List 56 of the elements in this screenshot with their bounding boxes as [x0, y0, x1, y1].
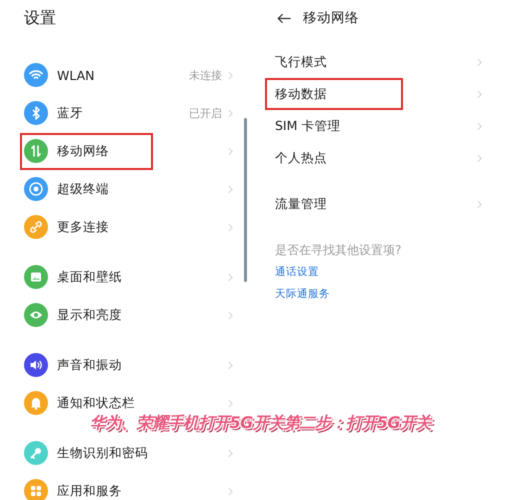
chevron-icon	[228, 222, 233, 232]
page-title: 设置	[23, 7, 57, 29]
settings-item[interactable]: 应用和服务	[0, 472, 255, 500]
item-label: 移动数据	[275, 86, 327, 102]
item-label: 通知和状态栏	[57, 394, 135, 412]
hint-text: 是否在寻找其他设置项?	[275, 242, 402, 259]
page-title: 移动网络	[303, 9, 359, 27]
chevron-icon	[477, 58, 482, 66]
item-label: SIM 卡管理	[275, 118, 340, 134]
settings-link[interactable]: 通话设置	[275, 266, 319, 278]
chevron-icon	[228, 108, 233, 118]
item-label: 声音和振动	[57, 356, 122, 374]
settings-item[interactable]: 生物识别和密码	[0, 434, 255, 472]
chevron-icon	[228, 448, 233, 458]
chevron-icon	[228, 398, 233, 408]
item-label: 超级终端	[57, 180, 109, 198]
status-text: 未连接	[189, 68, 222, 82]
chevron-icon	[228, 70, 233, 80]
settings-item[interactable]: 移动网络	[0, 132, 255, 170]
chevron-icon	[228, 360, 233, 370]
item-label: 移动网络	[57, 142, 109, 160]
settings-item[interactable]: 飞行模式	[255, 46, 509, 78]
settings-item[interactable]: 蓝牙 已开启	[0, 94, 255, 132]
item-label: 应用和服务	[57, 482, 122, 500]
chevron-icon	[228, 184, 233, 194]
item-label: 飞行模式	[275, 54, 327, 70]
settings-item[interactable]: 显示和亮度	[0, 296, 255, 334]
settings-item[interactable]: SIM 卡管理	[255, 110, 509, 142]
settings-item[interactable]: 桌面和壁纸	[0, 258, 255, 296]
chevron-icon	[228, 310, 233, 320]
chevron-icon	[228, 272, 233, 282]
chevron-icon	[477, 90, 482, 98]
item-label: 蓝牙	[57, 104, 83, 122]
item-label: 个人热点	[275, 150, 327, 166]
back-arrow-icon[interactable]	[277, 12, 291, 24]
settings-item[interactable]: 移动数据	[255, 78, 509, 110]
item-label: 流量管理	[275, 196, 327, 212]
item-label: 桌面和壁纸	[57, 268, 122, 286]
settings-item[interactable]: 个人热点	[255, 142, 509, 174]
chevron-icon	[477, 200, 482, 208]
chevron-icon	[477, 122, 482, 130]
caption-text: 华为、荣耀手机打开5G开关第二步：打开5G开关	[90, 413, 432, 434]
settings-item[interactable]: 超级终端	[0, 170, 255, 208]
item-label: 生物识别和密码	[57, 444, 148, 462]
item-label: WLAN	[57, 68, 95, 82]
chevron-icon	[228, 486, 233, 496]
chevron-icon	[477, 154, 482, 162]
settings-item[interactable]: WLAN 未连接	[0, 56, 255, 94]
settings-link[interactable]: 天际通服务	[275, 288, 330, 300]
item-label: 更多连接	[57, 218, 109, 236]
settings-item[interactable]: 声音和振动	[0, 346, 255, 384]
item-label: 显示和亮度	[57, 306, 122, 324]
settings-item[interactable]: 更多连接	[0, 208, 255, 246]
status-text: 已开启	[189, 106, 222, 120]
settings-item[interactable]: 流量管理	[255, 188, 509, 220]
chevron-icon	[228, 146, 233, 156]
